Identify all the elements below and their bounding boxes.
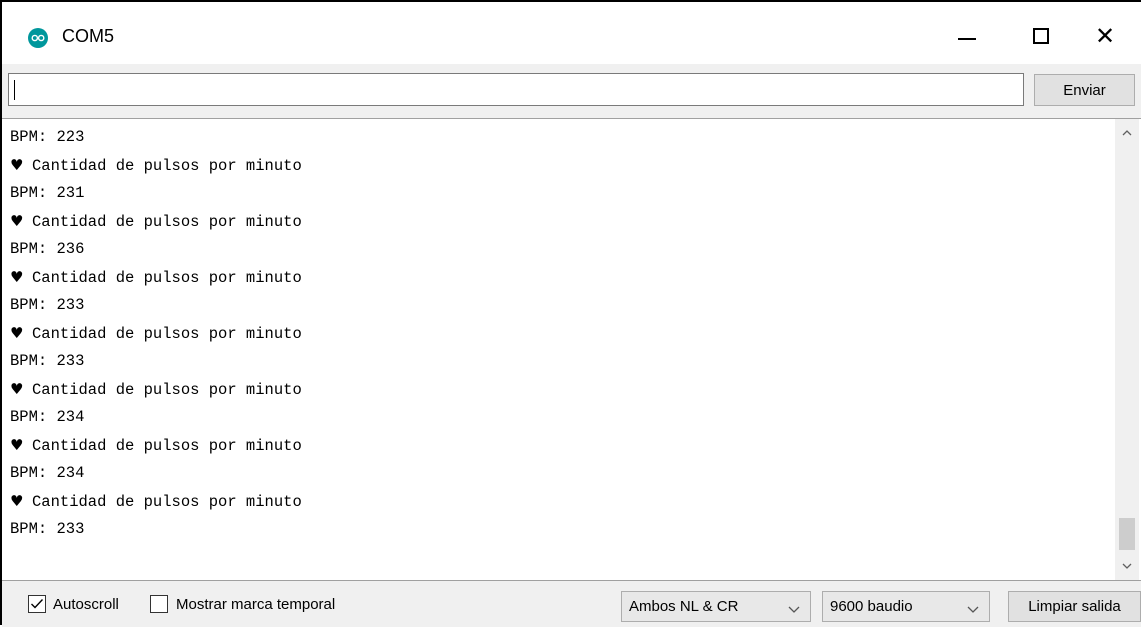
heart-icon: ♥ [10, 436, 24, 454]
line-ending-value: Ambos NL & CR [629, 598, 739, 615]
output-line-heart: ♥ Cantidad de pulsos por minuto [10, 263, 1111, 291]
chevron-down-icon [788, 598, 800, 617]
output-line-text: BPM: 234 [10, 408, 85, 426]
output-line-bpm: BPM: 223 [10, 123, 1111, 151]
output-line-heart: ♥ Cantidad de pulsos por minuto [10, 151, 1111, 179]
output-line-text: Cantidad de pulsos por minuto [32, 437, 302, 455]
output-line-heart: ♥ Cantidad de pulsos por minuto [10, 487, 1111, 515]
output-line-text: Cantidad de pulsos por minuto [32, 213, 302, 231]
close-icon: ✕ [1094, 22, 1116, 50]
output-line-text: BPM: 233 [10, 352, 85, 370]
timestamp-checkbox[interactable] [150, 595, 168, 613]
output-line-bpm: BPM: 233 [10, 347, 1111, 375]
output-line-text: Cantidad de pulsos por minuto [32, 493, 302, 511]
autoscroll-label[interactable]: Autoscroll [53, 596, 119, 613]
line-ending-select[interactable]: Ambos NL & CR [621, 591, 811, 622]
heart-icon: ♥ [10, 380, 24, 398]
output-line-text: Cantidad de pulsos por minuto [32, 157, 302, 175]
scroll-down-icon[interactable] [1115, 554, 1139, 578]
heart-icon: ♥ [10, 212, 24, 230]
output-line-heart: ♥ Cantidad de pulsos por minuto [10, 431, 1111, 459]
output-line-bpm: BPM: 231 [10, 179, 1111, 207]
scroll-thumb[interactable] [1119, 518, 1135, 550]
minimize-button[interactable] [944, 14, 990, 58]
heart-icon: ♥ [10, 156, 24, 174]
output-line-text: Cantidad de pulsos por minuto [32, 325, 302, 343]
output-line-bpm: BPM: 234 [10, 459, 1111, 487]
heart-icon: ♥ [10, 492, 24, 510]
output-line-bpm: BPM: 236 [10, 235, 1111, 263]
baud-rate-value: 9600 baudio [830, 598, 913, 615]
maximize-button[interactable] [1018, 14, 1064, 58]
timestamp-label[interactable]: Mostrar marca temporal [176, 596, 335, 613]
arduino-icon [28, 28, 48, 48]
maximize-icon [1033, 28, 1049, 44]
bottom-bar: Autoscroll Mostrar marca temporal Ambos … [2, 582, 1141, 627]
output-line-heart: ♥ Cantidad de pulsos por minuto [10, 375, 1111, 403]
vertical-scrollbar[interactable] [1115, 119, 1139, 580]
output-line-heart: ♥ Cantidad de pulsos por minuto [10, 319, 1111, 347]
close-button[interactable]: ✕ [1082, 14, 1128, 58]
checkmark-icon [31, 599, 44, 609]
scroll-up-icon[interactable] [1115, 121, 1139, 145]
minimize-icon [958, 38, 976, 40]
send-row: Enviar [2, 64, 1141, 118]
chevron-down-icon [967, 598, 979, 617]
output-line-heart: ♥ Cantidad de pulsos por minuto [10, 207, 1111, 235]
serial-output[interactable]: BPM: 223 ♥ Cantidad de pulsos por minuto BP… [2, 118, 1141, 581]
text-caret [14, 80, 15, 100]
output-line-bpm: BPM: 234 [10, 403, 1111, 431]
serial-monitor-window: COM5 ✕ Enviar BPM: 223 ♥ Cantidad de pulso… [0, 0, 1141, 627]
output-line-text: BPM: 223 [10, 128, 85, 146]
clear-output-button[interactable]: Limpiar salida [1008, 591, 1141, 622]
output-line-text: Cantidad de pulsos por minuto [32, 381, 302, 399]
autoscroll-checkbox[interactable] [28, 595, 46, 613]
output-line-text: BPM: 234 [10, 464, 85, 482]
output-lines: BPM: 223 ♥ Cantidad de pulsos por minuto BP… [10, 123, 1111, 543]
output-line-bpm: BPM: 233 [10, 515, 1111, 543]
send-button[interactable]: Enviar [1034, 74, 1135, 106]
heart-icon: ♥ [10, 268, 24, 286]
output-line-text: Cantidad de pulsos por minuto [32, 269, 302, 287]
title-bar[interactable]: COM5 ✕ [2, 2, 1141, 64]
output-line-text: BPM: 233 [10, 520, 85, 538]
output-line-text: BPM: 231 [10, 184, 85, 202]
output-line-text: BPM: 236 [10, 240, 85, 258]
baud-rate-select[interactable]: 9600 baudio [822, 591, 990, 622]
send-input[interactable] [8, 73, 1024, 106]
output-line-text: BPM: 233 [10, 296, 85, 314]
output-line-bpm: BPM: 233 [10, 291, 1111, 319]
heart-icon: ♥ [10, 324, 24, 342]
window-title: COM5 [62, 26, 115, 46]
